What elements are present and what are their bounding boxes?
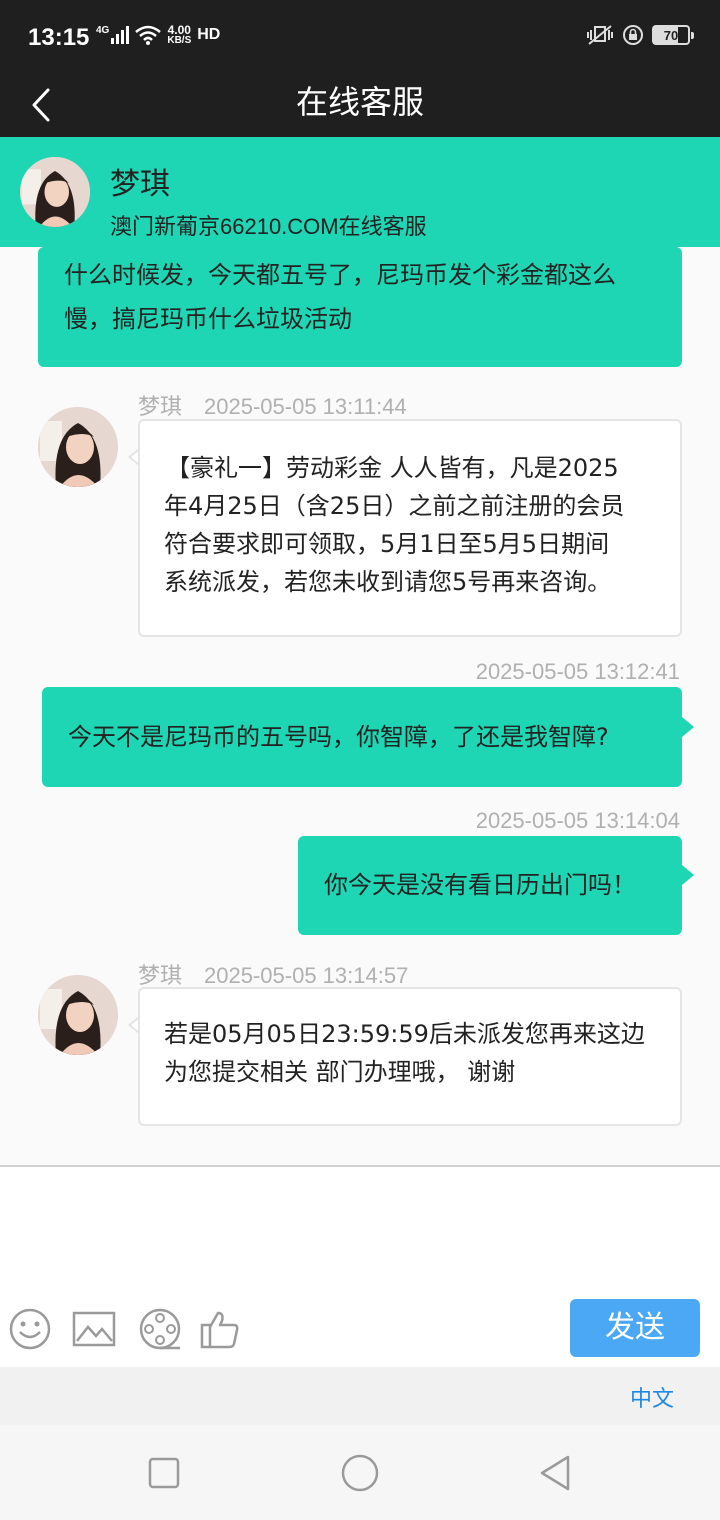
message-line: 为您提交相关 部门办理哦， 谢谢 [164,1058,516,1086]
message-line: 你今天是没有看日历出门吗！ [324,871,636,899]
message-timestamp: 2025-05-05 13:12:41 [475,659,680,684]
cellular-signal-icon: 4G [96,25,130,44]
incoming-message-bubble: 若是05月05日23:59:59后未派发您再来这边 为您提交相关 部门办理哦， … [138,987,682,1126]
smiley-icon[interactable] [8,1307,52,1351]
rotation-lock-icon [623,25,643,45]
home-icon[interactable] [340,1453,380,1493]
status-bar: 13:15 4G 4.00 KB/S HD 70 [0,0,720,72]
outgoing-message-bubble: 你今天是没有看日历出门吗！ [298,836,682,935]
image-icon[interactable] [72,1307,116,1351]
message-meta: 梦琪 2025-05-05 13:11:44 [138,389,407,421]
message-line: 系统派发，若您未收到请您5号再来咨询。 [164,568,612,596]
language-switch[interactable]: 中文 [630,1381,674,1413]
agent-name: 梦琪 [110,167,170,202]
message-line: 符合要求即可领取，5月1日至5月5日期间 [164,530,610,558]
thumbs-up-icon[interactable] [198,1307,242,1351]
message-line: 若是05月05日23:59:59后未派发您再来这边 [164,1020,645,1048]
message-input-area[interactable]: 发送 [0,1165,720,1367]
agent-avatar[interactable] [38,407,118,487]
chat-message-list[interactable]: 什么时候发，今天都五号了，尼玛币发个彩金都这么 慢，搞尼玛币什么垃圾活动 梦琪 2… [0,247,720,1165]
sender-name: 梦琪 [138,963,183,988]
message-timestamp: 2025-05-05 13:14:04 [475,808,680,833]
bubble-tail [682,717,694,737]
agent-subtitle: 澳门新葡京66210.COM在线客服 [110,214,427,239]
incoming-message-bubble: 【豪礼一】劳动彩金 人人皆有，凡是2025 年4月25日（含25日）之前之前注册… [138,419,682,637]
message-line: 【豪礼一】劳动彩金 人人皆有，凡是2025 [166,454,619,482]
vibrate-icon [587,25,613,45]
sender-name: 梦琪 [138,394,183,419]
outgoing-message-bubble: 今天不是尼玛币的五号吗，你智障，了还是我智障? [42,687,682,787]
agent-avatar[interactable] [38,975,118,1055]
system-navigation-bar [0,1425,720,1520]
send-button[interactable]: 发送 [570,1299,700,1357]
wifi-icon [135,25,162,45]
message-meta: 梦琪 2025-05-05 13:14:57 [138,958,408,990]
agent-header: 梦琪 澳门新葡京66210.COM在线客服 [0,137,720,247]
hd-indicator: HD [197,26,221,43]
title-bar: 在线客服 [0,72,720,138]
outgoing-message-bubble: 什么时候发，今天都五号了，尼玛币发个彩金都这么 慢，搞尼玛币什么垃圾活动 [38,247,682,367]
bubble-tail [682,865,694,885]
video-icon[interactable] [138,1307,182,1351]
network-type: 4G [96,25,110,36]
message-line: 年4月25日（含25日）之前之前注册的会员 [164,492,625,520]
keyboard-language-bar: 中文 [0,1367,720,1425]
network-speed: 4.00 KB/S [167,23,192,46]
recent-apps-icon[interactable] [144,1453,184,1493]
message-line: 慢，搞尼玛币什么垃圾活动 [64,305,352,333]
message-timestamp: 2025-05-05 13:14:57 [204,963,409,988]
page-title: 在线客服 [295,83,424,121]
message-timestamp: 2025-05-05 13:11:44 [204,394,407,419]
agent-avatar[interactable] [20,157,90,227]
battery-indicator: 70 [652,25,694,45]
back-nav-icon[interactable] [536,1453,576,1493]
message-line: 什么时候发，今天都五号了，尼玛币发个彩金都这么 [64,261,616,289]
status-time: 13:15 [28,24,90,51]
message-line: 今天不是尼玛币的五号吗，你智障，了还是我智障? [68,723,609,751]
